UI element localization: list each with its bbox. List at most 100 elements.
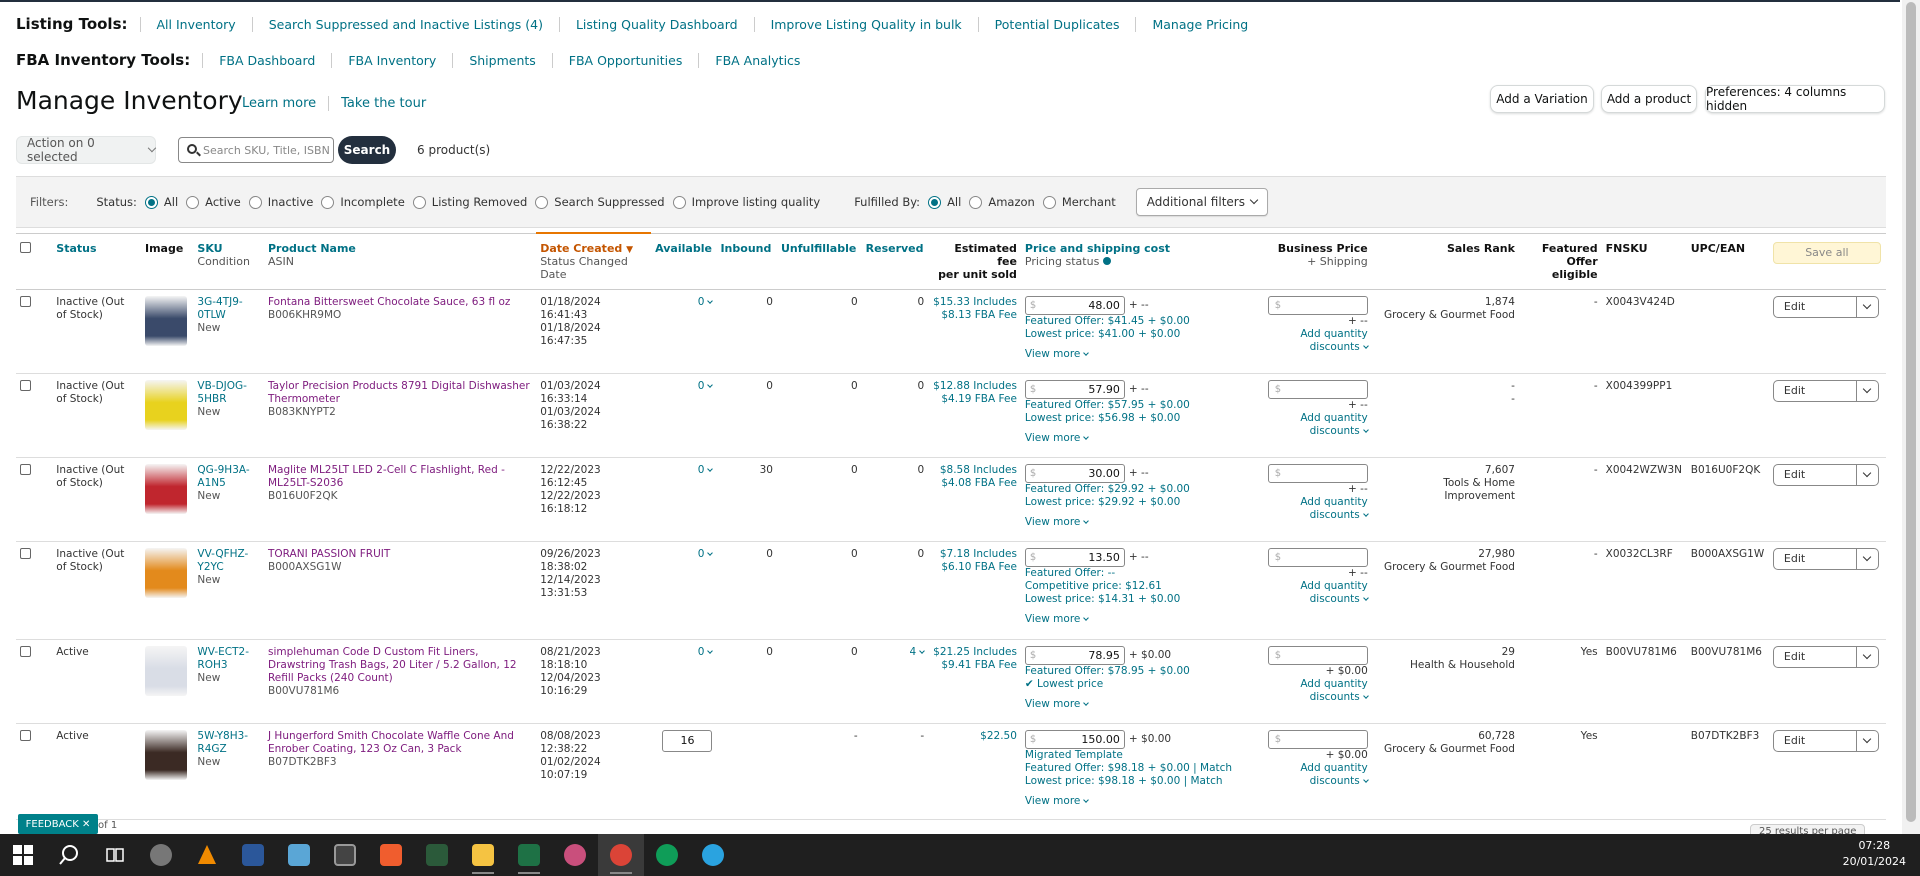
taskbar-app-excel[interactable] — [506, 834, 552, 876]
edit-dropdown-button[interactable] — [1856, 729, 1879, 752]
product-image[interactable] — [145, 547, 187, 598]
row-checkbox[interactable] — [20, 729, 31, 741]
nav-fba-inventory[interactable]: FBA Inventory — [331, 52, 452, 68]
product-name-link[interactable]: simplehuman Code D Custom Fit Liners, Dr… — [268, 646, 532, 685]
col-unfulfillable[interactable]: Unfulfillable — [776, 232, 862, 290]
product-image[interactable] — [145, 463, 187, 514]
nav-search-suppressed[interactable]: Search Suppressed and Inactive Listings … — [251, 16, 559, 32]
fee-includes-link[interactable]: $8.58 Includes — [932, 464, 1017, 477]
view-more-link[interactable]: View more — [1025, 348, 1259, 361]
nav-manage-pricing[interactable]: Manage Pricing — [1135, 16, 1264, 32]
search-button[interactable]: Search — [338, 136, 396, 164]
status-radio-incomplete[interactable] — [321, 195, 335, 209]
fee-includes-link[interactable]: $22.50 — [932, 730, 1017, 743]
row-checkbox[interactable] — [20, 645, 31, 657]
fee-includes-link[interactable]: $15.33 Includes — [932, 296, 1017, 309]
add-quantity-discounts-link[interactable]: Add quantity discounts — [1267, 496, 1369, 522]
fee-includes-link[interactable]: $21.25 Includes — [932, 646, 1017, 659]
row-checkbox[interactable] — [20, 547, 31, 559]
col-available[interactable]: Available — [651, 232, 717, 290]
taskbar-app-brave[interactable] — [368, 834, 414, 876]
taskbar-app-clock[interactable] — [138, 834, 184, 876]
sku-link[interactable]: VV-QFHZ-Y2YC — [197, 548, 260, 574]
edit-button[interactable]: Edit — [1772, 379, 1857, 402]
take-tour-link[interactable]: Take the tour — [328, 96, 438, 111]
product-name-link[interactable]: Taylor Precision Products 8791 Digital D… — [268, 380, 532, 406]
feedback-button[interactable]: FEEDBACK ✕ — [18, 814, 98, 834]
edit-button[interactable]: Edit — [1772, 729, 1857, 752]
bulk-action-dropdown[interactable]: Action on 0 selected — [16, 136, 157, 164]
col-status[interactable]: Status — [52, 232, 141, 290]
search-input[interactable]: Search SKU, Title, ISBN — [178, 137, 334, 163]
product-name-link[interactable]: Maglite ML25LT LED 2-Cell C Flashlight, … — [268, 464, 532, 490]
available-value[interactable]: 0 — [698, 548, 705, 560]
edit-dropdown-button[interactable] — [1856, 645, 1879, 668]
sku-link[interactable]: QG-9H3A-A1N5 — [197, 464, 260, 490]
learn-more-link[interactable]: Learn more — [230, 96, 328, 111]
save-all-button[interactable]: Save all — [1772, 241, 1881, 264]
business-price-input[interactable]: $ — [1267, 463, 1368, 483]
sku-link[interactable]: 5W-Y8H3-R4GZ — [197, 730, 260, 756]
nav-potential-duplicates[interactable]: Potential Duplicates — [977, 16, 1136, 32]
status-radio-all[interactable] — [144, 195, 158, 209]
view-more-link[interactable]: View more — [1025, 432, 1259, 445]
status-radio-removed[interactable] — [412, 195, 426, 209]
sku-link[interactable]: WV-ECT2-ROH3 — [197, 646, 260, 672]
taskbar-app-telegram[interactable] — [690, 834, 736, 876]
business-price-input[interactable]: $ — [1267, 729, 1368, 749]
add-quantity-discounts-link[interactable]: Add quantity discounts — [1267, 762, 1369, 788]
business-price-input[interactable]: $ — [1267, 379, 1368, 399]
edit-dropdown-button[interactable] — [1856, 463, 1879, 486]
info-icon[interactable] — [1102, 256, 1111, 265]
nav-listing-quality-dashboard[interactable]: Listing Quality Dashboard — [558, 16, 754, 32]
nav-shipments[interactable]: Shipments — [452, 52, 551, 68]
add-quantity-discounts-link[interactable]: Add quantity discounts — [1267, 678, 1369, 704]
price-input[interactable]: $30.00 — [1024, 463, 1125, 483]
sku-link[interactable]: VB-DJOG-5HBR — [197, 380, 260, 406]
business-price-input[interactable]: $ — [1267, 645, 1368, 665]
nav-improve-listing-quality[interactable]: Improve Listing Quality in bulk — [753, 16, 978, 32]
nav-fba-analytics[interactable]: FBA Analytics — [698, 52, 816, 68]
chevron-down-icon[interactable] — [707, 549, 714, 556]
taskbar-app-chrome-profile[interactable] — [644, 834, 690, 876]
view-more-link[interactable]: View more — [1025, 698, 1259, 711]
edit-button[interactable]: Edit — [1772, 645, 1857, 668]
add-quantity-discounts-link[interactable]: Add quantity discounts — [1267, 412, 1369, 438]
taskbar-app-book[interactable] — [414, 834, 460, 876]
col-reserved[interactable]: Reserved — [861, 232, 929, 290]
product-name-link[interactable]: TORANI PASSION FRUIT — [268, 548, 532, 561]
taskbar-clock[interactable]: 07:28 20/01/2024 — [1843, 838, 1906, 870]
view-more-link[interactable]: View more — [1025, 795, 1259, 808]
edit-dropdown-button[interactable] — [1856, 379, 1879, 402]
nav-fba-dashboard[interactable]: FBA Dashboard — [202, 52, 331, 68]
additional-filters-button[interactable]: Additional filters — [1135, 188, 1268, 216]
row-checkbox[interactable] — [20, 295, 31, 307]
col-inbound[interactable]: Inbound — [716, 232, 777, 290]
available-value[interactable]: 0 — [698, 646, 705, 658]
taskbar-search-button[interactable] — [46, 834, 92, 876]
price-input[interactable]: $13.50 — [1024, 547, 1125, 567]
edit-button[interactable]: Edit — [1772, 463, 1857, 486]
fulfilled-radio-merchant[interactable] — [1042, 195, 1056, 209]
price-input[interactable]: $57.90 — [1024, 379, 1125, 399]
status-radio-suppressed[interactable] — [535, 195, 549, 209]
edit-button[interactable]: Edit — [1772, 295, 1857, 318]
nav-all-inventory[interactable]: All Inventory — [139, 16, 252, 32]
taskbar-app-calculator[interactable] — [322, 834, 368, 876]
page-scrollbar[interactable] — [1902, 0, 1920, 834]
product-image[interactable] — [145, 379, 187, 430]
row-checkbox[interactable] — [20, 463, 31, 475]
product-image[interactable] — [145, 295, 187, 346]
view-more-link[interactable]: View more — [1025, 516, 1259, 529]
taskbar-app-paint[interactable] — [552, 834, 598, 876]
task-view-button[interactable] — [92, 834, 138, 876]
product-image[interactable] — [145, 645, 187, 696]
fulfilled-radio-amazon[interactable] — [969, 195, 983, 209]
taskbar-app-explorer[interactable] — [460, 834, 506, 876]
preferences-button[interactable]: Preferences: 4 columns hidden — [1705, 85, 1885, 113]
reserved-value[interactable]: 4 — [909, 646, 916, 658]
start-button[interactable] — [0, 834, 46, 876]
col-date-created[interactable]: Date Created ▼ Status Changed Date — [536, 232, 652, 290]
edit-dropdown-button[interactable] — [1856, 547, 1879, 570]
taskbar-app-notes[interactable] — [276, 834, 322, 876]
